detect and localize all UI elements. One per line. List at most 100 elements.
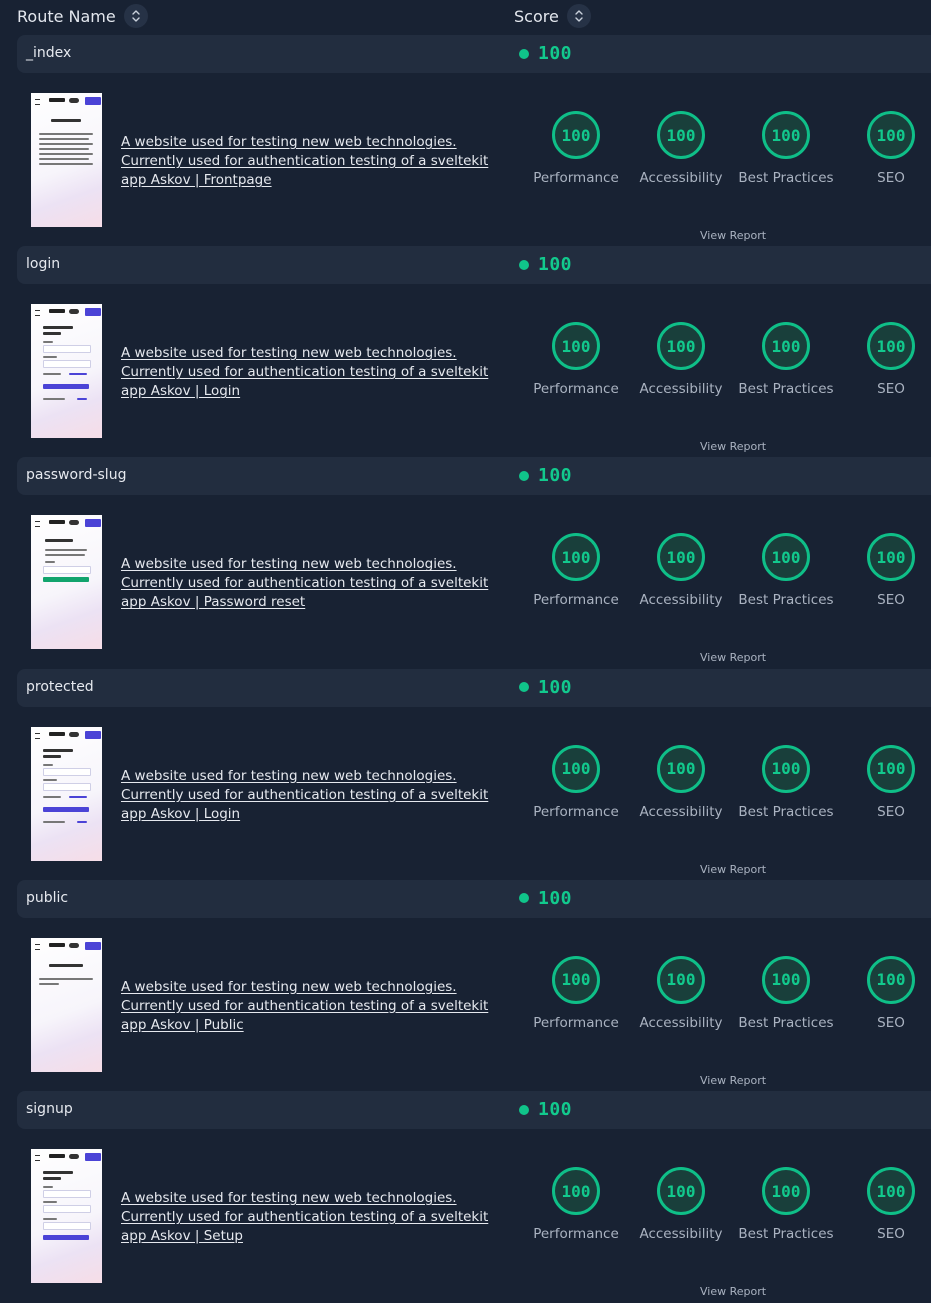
route-name: _index — [26, 45, 72, 61]
route-name-header-label: Route Name — [17, 6, 116, 26]
score-ring: 100 — [657, 322, 705, 371]
score-gauge-label: Accessibility — [639, 170, 723, 186]
route-name-header[interactable]: Route Name — [17, 4, 148, 28]
table-header: Route Name Score — [0, 0, 931, 30]
score-gauge-label: Best Practices — [738, 1014, 834, 1031]
score-gauge: 100 SEO — [836, 1167, 931, 1242]
average-score-value: 100 — [538, 887, 573, 909]
route-header-row[interactable]: public 100 — [17, 879, 931, 918]
score-ring: 100 — [867, 322, 915, 371]
score-gauge: 100 Best Practices — [731, 744, 841, 820]
route-name: protected — [26, 678, 94, 695]
route-section: public 100 A website used for testing new … — [0, 879, 931, 1092]
score-ring: 100 — [762, 955, 810, 1004]
view-report-link[interactable]: View Report — [700, 1285, 766, 1298]
score-ring: 100 — [762, 744, 810, 793]
score-gauge-label: Best Practices — [738, 1226, 834, 1242]
score-gauge-label: Accessibility — [639, 1014, 723, 1031]
score-gauge-label: Best Practices — [738, 170, 834, 186]
route-header-row[interactable]: protected 100 — [17, 668, 931, 707]
status-dot-icon — [519, 893, 529, 904]
score-gauge-label: Accessibility — [639, 1226, 723, 1242]
score-gauge: 100 Accessibility — [626, 322, 736, 397]
average-score: 100 — [519, 465, 572, 486]
score-ring: 100 — [552, 322, 600, 371]
score-ring: 100 — [762, 1167, 810, 1215]
route-section: signup 100 A website used for testing new … — [0, 1091, 931, 1303]
score-gauge-label: SEO — [877, 1014, 905, 1031]
score-gauges: 100 Performance 100 Accessibility 100 Best Pr… — [0, 955, 931, 1087]
chevron-up-down-icon[interactable] — [123, 4, 148, 28]
average-score: 100 — [519, 677, 572, 698]
score-gauge: 100 Performance — [521, 533, 631, 608]
score-gauges: 100 Performance 100 Accessibility 100 Best Pr… — [0, 1167, 931, 1298]
average-score-value: 100 — [538, 1099, 573, 1120]
score-gauge: 100 Best Practices — [731, 533, 841, 608]
score-ring: 100 — [552, 111, 600, 159]
route-header-row[interactable]: _index 100 — [17, 35, 931, 73]
score-gauge-label: SEO — [877, 1226, 905, 1242]
score-gauge: 100 SEO — [836, 533, 931, 608]
route-header-row[interactable]: password-slug 100 — [17, 457, 931, 496]
score-gauge: 100 Accessibility — [626, 955, 736, 1031]
view-report-link[interactable]: View Report — [700, 1074, 766, 1087]
score-ring: 100 — [552, 533, 600, 582]
status-dot-icon — [519, 48, 529, 59]
score-gauge: 100 Best Practices — [731, 1167, 841, 1242]
score-gauge: 100 Best Practices — [731, 111, 841, 186]
average-score-value: 100 — [538, 254, 573, 276]
score-ring: 100 — [762, 533, 810, 582]
score-gauges: 100 Performance 100 Accessibility 100 Best Pr… — [0, 111, 931, 242]
route-name: password-slug — [26, 467, 127, 484]
chevron-up-down-icon[interactable] — [566, 4, 591, 28]
average-score: 100 — [519, 43, 572, 64]
score-ring: 100 — [657, 111, 705, 159]
score-ring: 100 — [657, 955, 705, 1004]
score-ring: 100 — [552, 1167, 600, 1215]
score-gauges: 100 Performance 100 Accessibility 100 Best Pr… — [0, 322, 931, 453]
score-ring: 100 — [552, 955, 600, 1004]
score-gauge: 100 Accessibility — [626, 1167, 736, 1242]
score-gauge-label: Performance — [533, 1226, 619, 1242]
score-gauge: 100 SEO — [836, 744, 931, 820]
score-gauge-label: Performance — [533, 381, 619, 398]
score-gauge-label: Performance — [533, 1014, 619, 1031]
average-score-value: 100 — [538, 43, 573, 64]
score-gauge-label: Accessibility — [639, 592, 723, 609]
score-gauge-label: SEO — [877, 381, 905, 398]
score-gauge: 100 Performance — [521, 955, 631, 1031]
score-ring: 100 — [762, 111, 810, 159]
score-gauge-label: Best Practices — [738, 803, 834, 820]
score-ring: 100 — [867, 1167, 915, 1215]
average-score: 100 — [519, 1099, 572, 1120]
score-ring: 100 — [762, 322, 810, 371]
average-score: 100 — [519, 254, 572, 275]
score-ring: 100 — [867, 533, 915, 582]
average-score: 100 — [519, 888, 572, 909]
score-gauge-label: Performance — [533, 803, 619, 820]
view-report-link[interactable]: View Report — [700, 863, 766, 876]
route-section: protected 100 A website used for testing n… — [0, 668, 931, 881]
score-gauge: 100 SEO — [836, 955, 931, 1031]
route-header-row[interactable]: signup 100 — [17, 1091, 931, 1129]
score-gauge: 100 Performance — [521, 111, 631, 186]
route-header-row[interactable]: login 100 — [17, 246, 931, 285]
score-gauge: 100 Accessibility — [626, 744, 736, 820]
score-gauge-label: Best Practices — [738, 381, 834, 398]
score-gauge-label: SEO — [877, 592, 905, 609]
score-header[interactable]: Score — [514, 4, 591, 28]
view-report-link[interactable]: View Report — [700, 651, 766, 664]
route-name: public — [26, 889, 69, 906]
score-gauge-label: Performance — [533, 592, 619, 609]
score-ring: 100 — [657, 744, 705, 793]
score-gauge: 100 SEO — [836, 322, 931, 397]
score-gauge: 100 Performance — [521, 322, 631, 397]
view-report-link[interactable]: View Report — [700, 229, 766, 242]
route-name: login — [26, 256, 61, 273]
score-ring: 100 — [867, 111, 915, 159]
score-gauge: 100 SEO — [836, 111, 931, 186]
score-gauge-label: Accessibility — [639, 803, 723, 820]
view-report-link[interactable]: View Report — [700, 440, 766, 453]
score-gauge-label: Best Practices — [738, 592, 834, 609]
route-name: signup — [26, 1101, 73, 1117]
